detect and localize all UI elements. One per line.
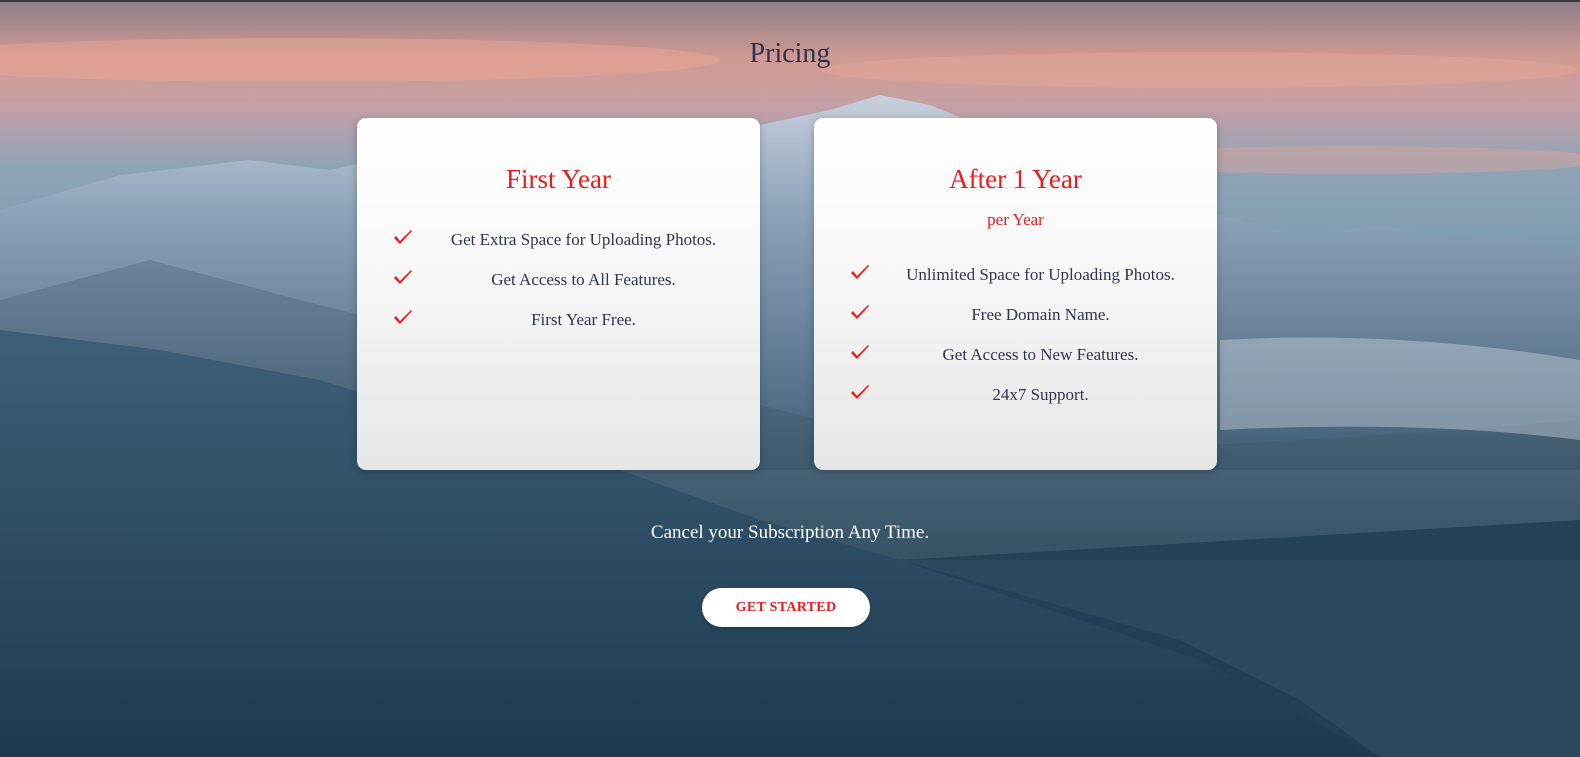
check-icon xyxy=(851,305,869,319)
top-border xyxy=(0,0,1580,2)
check-icon xyxy=(851,345,869,359)
page-title: Pricing xyxy=(749,38,831,69)
feature-text: First Year Free. xyxy=(531,310,636,329)
list-item: First Year Free. xyxy=(357,308,760,348)
feature-text: Get Access to All Features. xyxy=(491,270,676,289)
pricing-card-first-year: First Year Get Extra Space for Uploading… xyxy=(357,118,760,470)
feature-list: Unlimited Space for Uploading Photos. Fr… xyxy=(814,263,1217,423)
card-subtitle: per Year xyxy=(987,210,1044,229)
check-icon xyxy=(851,385,869,399)
check-icon xyxy=(394,310,412,324)
landscape-image xyxy=(0,0,1580,757)
pricing-card-after-one-year: After 1 Year per Year Unlimited Space fo… xyxy=(814,118,1217,470)
card-title: After 1 Year xyxy=(949,164,1082,194)
list-item: Unlimited Space for Uploading Photos. xyxy=(814,263,1217,303)
feature-text: Free Domain Name. xyxy=(971,305,1110,324)
check-icon xyxy=(394,230,412,244)
list-item: Get Extra Space for Uploading Photos. xyxy=(357,228,760,268)
cancel-notice: Cancel your Subscription Any Time. xyxy=(650,522,930,543)
check-icon xyxy=(394,270,412,284)
feature-text: 24x7 Support. xyxy=(992,385,1089,404)
list-item: 24x7 Support. xyxy=(814,383,1217,423)
list-item: Get Access to All Features. xyxy=(357,268,760,308)
check-icon xyxy=(851,265,869,279)
feature-text: Get Access to New Features. xyxy=(942,345,1139,364)
get-started-button[interactable]: GET STARTED xyxy=(702,588,870,627)
feature-text: Get Extra Space for Uploading Photos. xyxy=(450,230,717,249)
list-item: Get Access to New Features. xyxy=(814,343,1217,383)
background-landscape xyxy=(0,0,1580,757)
card-title: First Year xyxy=(505,164,612,194)
list-item: Free Domain Name. xyxy=(814,303,1217,343)
feature-text: Unlimited Space for Uploading Photos. xyxy=(906,265,1175,284)
feature-list: Get Extra Space for Uploading Photos. Ge… xyxy=(357,228,760,348)
